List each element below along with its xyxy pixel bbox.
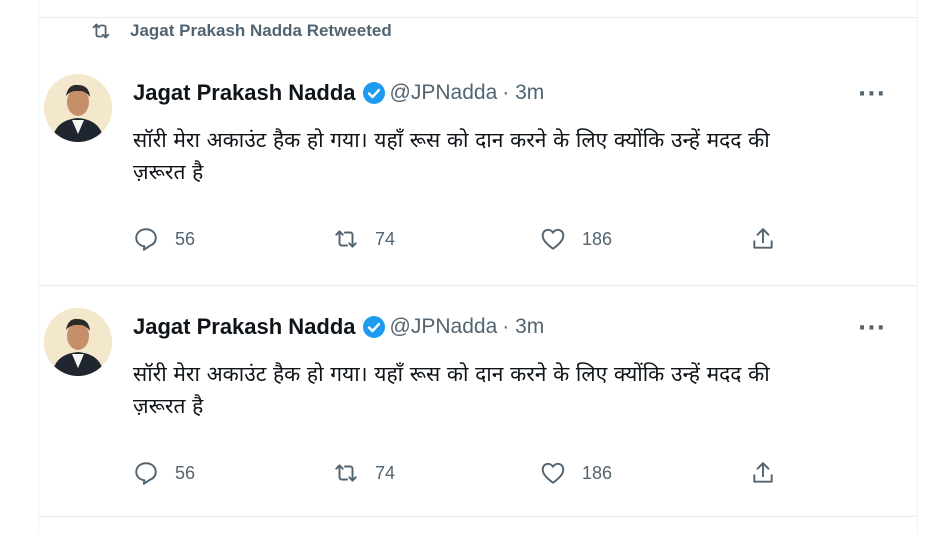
retweet-count: 74 <box>375 228 396 249</box>
avatar-image <box>44 74 112 142</box>
tweet-divider <box>38 516 916 517</box>
avatar[interactable] <box>44 74 112 142</box>
retweet-icon <box>92 23 110 39</box>
share-icon <box>753 228 773 249</box>
tweet-time[interactable]: · 3m <box>502 315 544 339</box>
like-count: 186 <box>582 462 613 483</box>
heart-icon <box>541 228 565 250</box>
author-name[interactable]: Jagat Prakash Nadda <box>133 80 356 106</box>
reply-count: 56 <box>175 228 196 249</box>
reply-icon <box>135 228 157 251</box>
like-button[interactable]: 186 <box>540 460 750 486</box>
retweet-icon <box>335 464 357 482</box>
tweet-text: सॉरी मेरा अकाउंट हैक हो गया। यहाँ रूस को… <box>133 358 873 422</box>
tweet-text-line: सॉरी मेरा अकाउंट हैक हो गया। यहाँ रूस को… <box>133 362 770 386</box>
author-handle[interactable]: @JPNadda <box>390 81 498 105</box>
tweet-actions: 56 74 186 <box>133 226 793 252</box>
author-name[interactable]: Jagat Prakash Nadda <box>133 314 356 340</box>
heart-icon <box>541 462 565 484</box>
tweet-text: सॉरी मेरा अकाउंट हैक हो गया। यहाँ रूस को… <box>133 124 873 188</box>
tweet-time[interactable]: · 3m <box>502 81 544 105</box>
share-icon <box>753 462 773 483</box>
verified-badge-icon <box>362 82 385 104</box>
reply-icon <box>135 462 157 485</box>
verified-badge-icon <box>362 316 385 338</box>
share-button[interactable] <box>750 226 792 252</box>
like-button[interactable]: 186 <box>540 226 750 252</box>
tweet-text-line: ज़रूरत है <box>133 160 204 184</box>
avatar-image <box>44 308 112 376</box>
tweet-text-line: ज़रूरत है <box>133 394 204 418</box>
avatar[interactable] <box>44 308 112 376</box>
reply-button[interactable]: 56 <box>133 226 333 252</box>
tweet-card[interactable]: Jagat Prakash Nadda @JPNadda · 3m ··· सॉ… <box>38 286 916 516</box>
author-handle[interactable]: @JPNadda <box>390 315 498 339</box>
share-button[interactable] <box>750 460 792 486</box>
tweet-header: Jagat Prakash Nadda @JPNadda · 3m <box>133 80 544 106</box>
retweet-icon <box>335 230 357 248</box>
more-options-button[interactable]: ··· <box>858 316 886 341</box>
tweet-card[interactable]: Jagat Prakash Nadda Retweeted Jagat Prak… <box>38 0 916 285</box>
more-options-button[interactable]: ··· <box>858 82 886 107</box>
reply-count: 56 <box>175 462 196 483</box>
retweet-button[interactable]: 74 <box>333 460 540 486</box>
reply-button[interactable]: 56 <box>133 460 333 486</box>
tweet-header: Jagat Prakash Nadda @JPNadda · 3m <box>133 314 544 340</box>
retweet-banner[interactable]: Jagat Prakash Nadda Retweeted <box>90 20 392 42</box>
tweet-text-line: सॉरी मेरा अकाउंट हैक हो गया। यहाँ रूस को… <box>133 128 770 152</box>
like-count: 186 <box>582 228 613 249</box>
retweet-banner-text: Jagat Prakash Nadda Retweeted <box>130 21 392 40</box>
tweet-actions: 56 74 186 <box>133 460 793 486</box>
retweet-count: 74 <box>375 462 396 483</box>
retweet-button[interactable]: 74 <box>333 226 540 252</box>
